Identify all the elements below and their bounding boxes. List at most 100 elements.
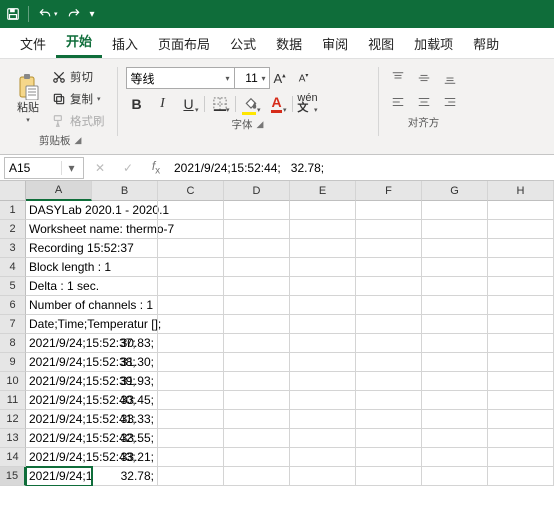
cell[interactable] [158,277,224,296]
row-header[interactable]: 7 [0,315,26,334]
cell[interactable] [158,429,224,448]
cell[interactable] [290,239,356,258]
cell[interactable] [356,372,422,391]
cell[interactable] [158,220,224,239]
decrease-font-icon[interactable]: A▾ [294,67,314,89]
font-name-select[interactable] [126,67,236,89]
cell[interactable]: 2021/9/24;15:52:42; [26,429,92,448]
cell[interactable] [422,277,488,296]
cell[interactable] [158,315,224,334]
tab-加载项[interactable]: 加载项 [404,29,463,58]
fx-icon[interactable]: fx [146,159,166,176]
cell[interactable] [224,315,290,334]
align-left-icon[interactable] [387,91,409,113]
cell[interactable] [422,239,488,258]
cell[interactable]: 31.30; [92,353,158,372]
name-box-dropdown-icon[interactable]: ▾ [61,161,81,175]
cell[interactable] [422,334,488,353]
cell[interactable] [158,372,224,391]
cell[interactable]: 33.45; [92,391,158,410]
column-header[interactable]: A [26,181,92,201]
tab-帮助[interactable]: 帮助 [463,29,509,58]
cell[interactable] [356,410,422,429]
cell[interactable] [224,239,290,258]
cell[interactable] [92,296,158,315]
cell[interactable]: 2021/9/24;15:52:39; [26,372,92,391]
cell[interactable] [356,315,422,334]
column-header[interactable]: B [92,181,158,201]
cell[interactable] [290,258,356,277]
cell[interactable] [422,315,488,334]
cell[interactable]: Recording 15:52:37 [26,239,92,258]
cell[interactable] [422,220,488,239]
tab-审阅[interactable]: 审阅 [312,29,358,58]
cell[interactable] [224,258,290,277]
row-header[interactable]: 11 [0,391,26,410]
cell[interactable] [224,467,290,486]
row-header[interactable]: 6 [0,296,26,315]
cell[interactable] [488,315,554,334]
row-header[interactable]: 5 [0,277,26,296]
column-header[interactable]: E [290,181,356,201]
cell[interactable] [290,372,356,391]
italic-icon[interactable]: I [152,93,174,115]
cell[interactable]: Worksheet name: thermo-7 [26,220,92,239]
cell[interactable]: 33.55; [92,429,158,448]
column-header[interactable]: D [224,181,290,201]
cell[interactable]: DASYLab 2020.1 - 2020.1 [26,201,92,220]
column-header[interactable]: H [488,181,554,201]
cell[interactable] [488,410,554,429]
cell[interactable] [92,258,158,277]
cell[interactable] [356,391,422,410]
cell[interactable] [356,220,422,239]
underline-icon[interactable]: U▾ [178,93,200,115]
cell[interactable] [92,277,158,296]
cell[interactable]: 33.21; [92,448,158,467]
cell[interactable] [92,315,158,334]
undo-icon[interactable]: ▾ [37,7,58,21]
save-icon[interactable] [6,7,20,21]
cell[interactable] [158,258,224,277]
launcher-icon[interactable]: ◢ [257,119,264,130]
formula-input[interactable] [174,158,474,178]
cell[interactable] [224,201,290,220]
cell[interactable] [356,353,422,372]
tab-页面布局[interactable]: 页面布局 [148,29,220,58]
redo-icon[interactable] [66,7,82,21]
cell[interactable] [356,429,422,448]
cell[interactable]: Block length : 1 [26,258,92,277]
cell[interactable] [488,220,554,239]
cell[interactable] [224,353,290,372]
cell[interactable]: 2021/9/24;15:52:44 [26,467,92,486]
tab-视图[interactable]: 视图 [358,29,404,58]
cell[interactable] [488,391,554,410]
cell[interactable] [224,410,290,429]
cell[interactable] [290,353,356,372]
cell[interactable] [290,448,356,467]
cell[interactable]: Date;Time;Temperatur []; [26,315,92,334]
tab-插入[interactable]: 插入 [102,29,148,58]
cell[interactable] [422,467,488,486]
align-top-icon[interactable] [387,67,409,89]
cell[interactable] [224,296,290,315]
cell[interactable] [290,315,356,334]
cell[interactable] [290,201,356,220]
cell[interactable] [224,448,290,467]
cell[interactable] [356,334,422,353]
cell[interactable] [158,410,224,429]
paste-button[interactable]: 粘贴 ▾ [12,72,44,126]
customize-qat-icon[interactable]: ▾ [90,9,95,20]
cell[interactable] [488,334,554,353]
cell[interactable] [422,372,488,391]
cell[interactable] [290,334,356,353]
name-box-input[interactable] [5,161,61,175]
column-header[interactable]: G [422,181,488,201]
cell[interactable] [92,201,158,220]
cell[interactable] [224,429,290,448]
cell[interactable] [224,334,290,353]
row-header[interactable]: 15 [0,467,26,486]
fill-color-icon[interactable]: ▾ [240,93,262,115]
cell[interactable] [158,239,224,258]
increase-font-icon[interactable]: A▴ [270,67,290,89]
tab-文件[interactable]: 文件 [10,29,56,58]
